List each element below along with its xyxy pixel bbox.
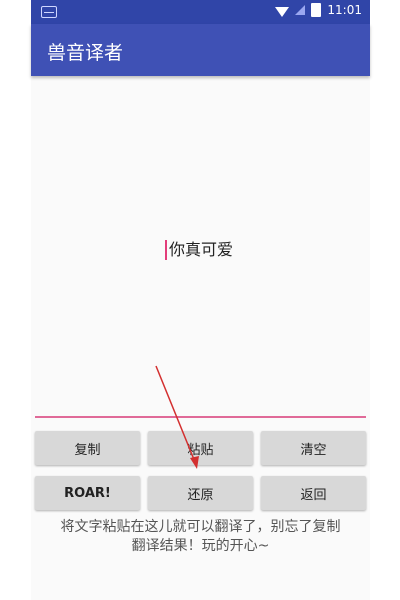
hint-line-1: 将文字粘贴在这儿就可以翻译了，别忘了复制	[60, 519, 341, 535]
signal-icon	[295, 5, 306, 15]
restore-button[interactable]: 还原	[148, 476, 253, 510]
status-time: 11:01	[327, 3, 362, 17]
hint-text: 将文字粘贴在这儿就可以翻译了，别忘了复制 翻译结果！玩的开心~	[31, 518, 370, 556]
text-input-area[interactable]: 你真可爱	[31, 76, 370, 416]
copy-button[interactable]: 复制	[35, 431, 140, 465]
back-button[interactable]: 返回	[261, 476, 366, 510]
paste-button[interactable]: 粘贴	[148, 431, 253, 465]
text-input-content[interactable]: 你真可爱	[165, 240, 233, 260]
app-title: 兽音译者	[47, 42, 124, 64]
status-bar: 11:01	[31, 0, 370, 24]
hint-line-2: 翻译结果！玩的开心~	[131, 538, 270, 554]
keyboard-icon	[41, 6, 57, 18]
clear-button[interactable]: 清空	[261, 431, 366, 465]
battery-icon	[311, 3, 322, 17]
status-icons: 11:01	[275, 3, 362, 17]
phone-screen: 11:01 兽音译者 你真可爱 复制 粘贴 清空 ROAR! 还原 返回 将文字…	[31, 0, 370, 600]
app-bar: 兽音译者	[31, 24, 370, 76]
roar-button[interactable]: ROAR!	[35, 476, 140, 510]
wifi-icon	[275, 6, 290, 17]
input-underline	[35, 416, 366, 418]
